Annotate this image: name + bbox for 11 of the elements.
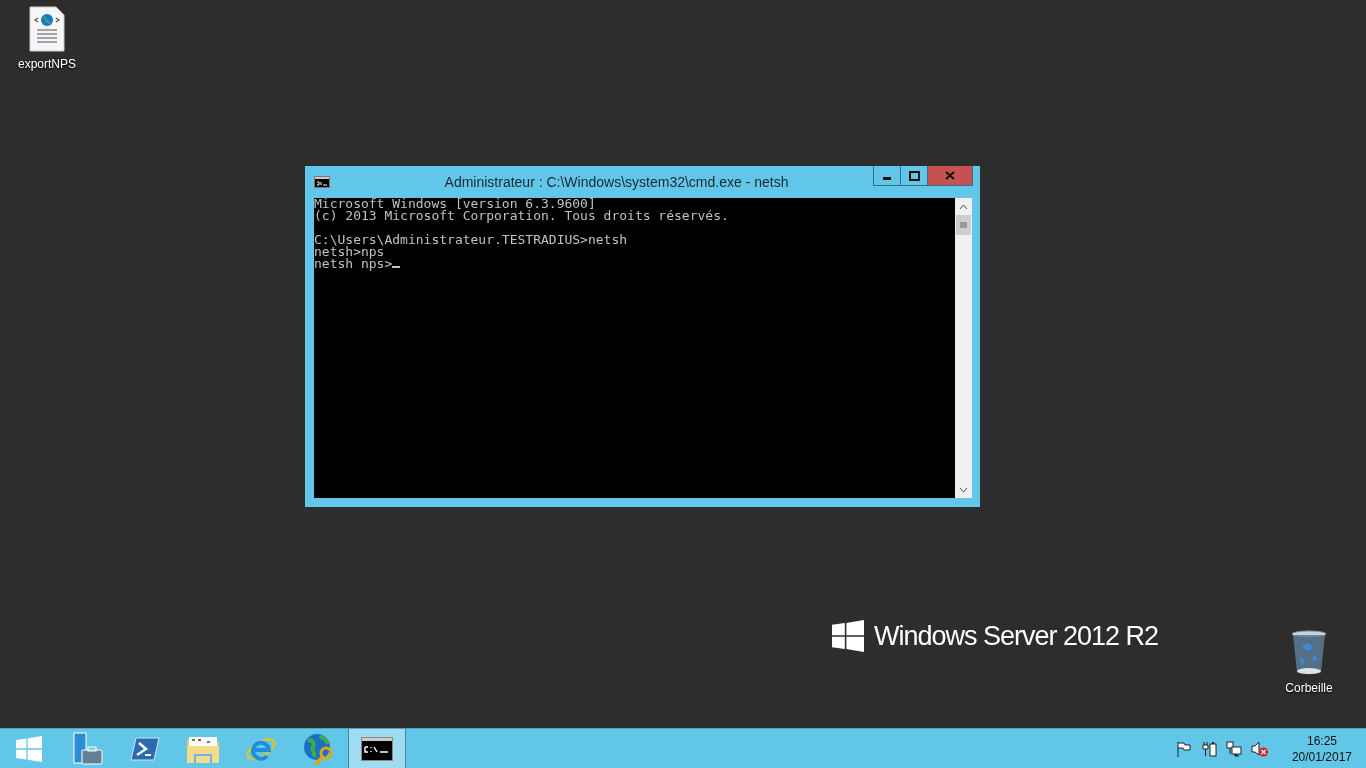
clock-time[interactable]: 16:25	[1306, 732, 1337, 749]
desktop-icon-label[interactable]: Corbeille	[1285, 681, 1333, 695]
desktop-icon-label[interactable]: exportNPS	[18, 57, 76, 71]
console-line: netsh nps>	[314, 258, 401, 270]
branding-text: Windows Server 2012 R2	[874, 620, 1159, 652]
window-title: Administrateur : C:\Windows\system32\cmd.exe - netsh	[443, 174, 790, 190]
console-line: (c) 2013 Microsoft Corporation. Tous droits réservés.	[314, 210, 729, 222]
console-line: Microsoft Windows [version 6.3.9600]	[314, 198, 596, 210]
clock-date[interactable]: 20/01/2017	[1291, 748, 1352, 765]
console-line: C:\Users\Administrateur.TESTRADIUS>netsh	[314, 234, 628, 246]
console-line: netsh>nps	[314, 246, 385, 258]
